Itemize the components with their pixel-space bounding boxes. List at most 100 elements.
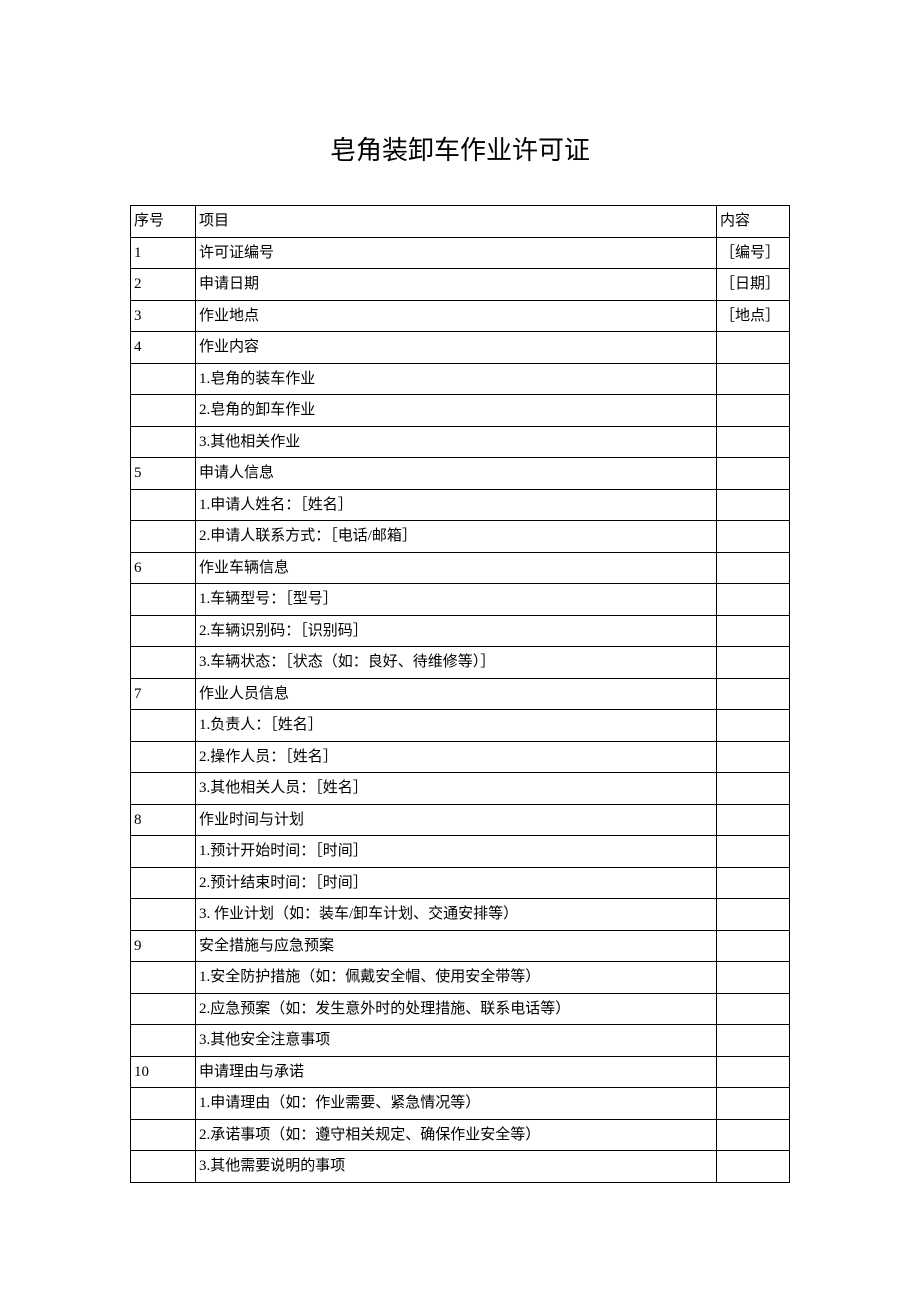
cell-num: 1 xyxy=(131,237,196,269)
table-row: 3.车辆状态：［状态（如：良好、待维修等）］ xyxy=(131,647,790,679)
table-row: 2.承诺事项（如：遵守相关规定、确保作业安全等） xyxy=(131,1119,790,1151)
cell-item: 安全措施与应急预案 xyxy=(196,930,717,962)
cell-item: 2.申请人联系方式：［电话/邮箱］ xyxy=(196,521,717,553)
cell-item: 3. 作业计划（如：装车/卸车计划、交通安排等） xyxy=(196,899,717,931)
cell-num xyxy=(131,395,196,427)
table-row: 3.其他安全注意事项 xyxy=(131,1025,790,1057)
table-row: 1.预计开始时间：［时间］ xyxy=(131,836,790,868)
cell-content: ［编号］ xyxy=(717,237,790,269)
cell-num xyxy=(131,741,196,773)
cell-item: 3.其他需要说明的事项 xyxy=(196,1151,717,1183)
table-body: 序号 项目 内容 1许可证编号［编号］2申请日期［日期］3作业地点［地点］4作业… xyxy=(131,206,790,1183)
cell-num xyxy=(131,899,196,931)
cell-num: 9 xyxy=(131,930,196,962)
cell-content xyxy=(717,489,790,521)
cell-content xyxy=(717,836,790,868)
table-row: 2申请日期［日期］ xyxy=(131,269,790,301)
cell-num: 6 xyxy=(131,552,196,584)
cell-num xyxy=(131,962,196,994)
cell-item: 作业时间与计划 xyxy=(196,804,717,836)
header-content: 内容 xyxy=(717,206,790,238)
cell-num: 7 xyxy=(131,678,196,710)
cell-num xyxy=(131,615,196,647)
table-row: 9安全措施与应急预案 xyxy=(131,930,790,962)
table-row: 2.预计结束时间：［时间］ xyxy=(131,867,790,899)
table-row: 3.其他需要说明的事项 xyxy=(131,1151,790,1183)
cell-content xyxy=(717,426,790,458)
cell-content xyxy=(717,363,790,395)
table-row: 3作业地点［地点］ xyxy=(131,300,790,332)
table-row: 1许可证编号［编号］ xyxy=(131,237,790,269)
table-row: 3. 作业计划（如：装车/卸车计划、交通安排等） xyxy=(131,899,790,931)
cell-item: 2.操作人员：［姓名］ xyxy=(196,741,717,773)
table-row: 2.应急预案（如：发生意外时的处理措施、联系电话等） xyxy=(131,993,790,1025)
cell-num: 4 xyxy=(131,332,196,364)
cell-item: 作业人员信息 xyxy=(196,678,717,710)
table-row: 10申请理由与承诺 xyxy=(131,1056,790,1088)
cell-item: 1.安全防护措施（如：佩戴安全帽、使用安全带等） xyxy=(196,962,717,994)
cell-item: 3.其他安全注意事项 xyxy=(196,1025,717,1057)
table-row: 6作业车辆信息 xyxy=(131,552,790,584)
cell-num: 2 xyxy=(131,269,196,301)
cell-content xyxy=(717,584,790,616)
header-item: 项目 xyxy=(196,206,717,238)
table-row: 2.车辆识别码：［识别码］ xyxy=(131,615,790,647)
cell-content xyxy=(717,899,790,931)
cell-num xyxy=(131,710,196,742)
cell-item: 申请理由与承诺 xyxy=(196,1056,717,1088)
cell-content xyxy=(717,552,790,584)
table-row: 1.安全防护措施（如：佩戴安全帽、使用安全带等） xyxy=(131,962,790,994)
cell-content xyxy=(717,615,790,647)
cell-num xyxy=(131,521,196,553)
cell-num xyxy=(131,773,196,805)
cell-content xyxy=(717,647,790,679)
cell-item: 1.负责人：［姓名］ xyxy=(196,710,717,742)
cell-content xyxy=(717,332,790,364)
cell-item: 3.车辆状态：［状态（如：良好、待维修等）］ xyxy=(196,647,717,679)
cell-content xyxy=(717,930,790,962)
cell-num xyxy=(131,489,196,521)
table-row: 1.负责人：［姓名］ xyxy=(131,710,790,742)
cell-item: 3.其他相关作业 xyxy=(196,426,717,458)
table-row: 1.申请理由（如：作业需要、紧急情况等） xyxy=(131,1088,790,1120)
cell-content xyxy=(717,741,790,773)
table-row: 2.操作人员：［姓名］ xyxy=(131,741,790,773)
table-row: 7作业人员信息 xyxy=(131,678,790,710)
cell-item: 申请人信息 xyxy=(196,458,717,490)
cell-num: 3 xyxy=(131,300,196,332)
cell-num xyxy=(131,1025,196,1057)
document-title: 皂角装卸车作业许可证 xyxy=(130,130,790,167)
table-row: 3.其他相关作业 xyxy=(131,426,790,458)
cell-content xyxy=(717,962,790,994)
cell-content: ［地点］ xyxy=(717,300,790,332)
cell-item: 1.申请人姓名：［姓名］ xyxy=(196,489,717,521)
cell-content xyxy=(717,1088,790,1120)
table-row: 1.申请人姓名：［姓名］ xyxy=(131,489,790,521)
cell-content xyxy=(717,1056,790,1088)
cell-content xyxy=(717,678,790,710)
cell-item: 许可证编号 xyxy=(196,237,717,269)
cell-content xyxy=(717,1151,790,1183)
cell-content xyxy=(717,867,790,899)
cell-item: 作业内容 xyxy=(196,332,717,364)
cell-num xyxy=(131,867,196,899)
cell-num xyxy=(131,1119,196,1151)
cell-item: 1.预计开始时间：［时间］ xyxy=(196,836,717,868)
cell-item: 2.承诺事项（如：遵守相关规定、确保作业安全等） xyxy=(196,1119,717,1151)
cell-num xyxy=(131,584,196,616)
cell-content xyxy=(717,1119,790,1151)
cell-item: 2.车辆识别码：［识别码］ xyxy=(196,615,717,647)
table-header-row: 序号 项目 内容 xyxy=(131,206,790,238)
cell-content xyxy=(717,710,790,742)
cell-item: 3.其他相关人员：［姓名］ xyxy=(196,773,717,805)
cell-content xyxy=(717,1025,790,1057)
cell-content xyxy=(717,458,790,490)
cell-num xyxy=(131,426,196,458)
cell-content xyxy=(717,993,790,1025)
cell-item: 1.车辆型号：［型号］ xyxy=(196,584,717,616)
cell-item: 作业地点 xyxy=(196,300,717,332)
cell-content: ［日期］ xyxy=(717,269,790,301)
cell-num xyxy=(131,363,196,395)
cell-num: 8 xyxy=(131,804,196,836)
table-row: 3.其他相关人员：［姓名］ xyxy=(131,773,790,805)
